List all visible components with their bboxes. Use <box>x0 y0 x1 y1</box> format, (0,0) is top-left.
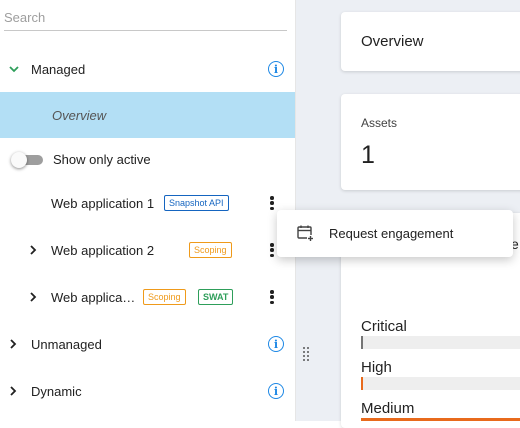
severity-label-high: High <box>361 359 392 376</box>
tree-item-web-application-1[interactable]: Web application 1 Snapshot API <box>0 180 295 226</box>
severity-bar-fill <box>361 336 363 349</box>
sidebar: Search Managed i Overview Show only acti… <box>0 0 296 421</box>
tree-item-web-application-3[interactable]: Web applica… Scoping SWAT <box>0 274 295 320</box>
search-input[interactable]: Search <box>4 7 287 31</box>
tree-item-label: Unmanaged <box>31 336 102 352</box>
context-menu: Request engagement <box>277 210 513 257</box>
tree-item-label: Web application 1 <box>51 195 155 211</box>
info-glyph: i <box>273 62 279 76</box>
show-only-active-label: Show only active <box>53 151 151 167</box>
overview-card: Overview <box>341 12 520 71</box>
status-badge: Scoping <box>143 289 186 305</box>
drag-handle-icon[interactable] <box>302 346 310 362</box>
calendar-add-icon <box>296 224 314 242</box>
severity-bar-fill <box>361 377 363 390</box>
tree-item-label: Managed <box>31 61 86 77</box>
menu-item-request-engagement[interactable]: Request engagement <box>277 210 513 257</box>
info-glyph: i <box>273 337 279 351</box>
tree-item-label: Web application 2 <box>51 242 155 258</box>
tree-item-label: Web applica… <box>51 289 136 305</box>
more-vert-icon[interactable] <box>270 196 274 210</box>
tree-item-web-application-2[interactable]: Web application 2 Scoping <box>0 227 295 273</box>
overview-title: Overview <box>361 33 424 50</box>
tree-item-label: Dynamic <box>31 383 82 399</box>
more-vert-icon[interactable] <box>270 290 274 304</box>
assets-card: Assets 1 <box>341 94 520 190</box>
status-badge: Scoping <box>189 242 232 258</box>
chevron-right-icon[interactable] <box>6 384 20 398</box>
severity-bar-high <box>361 377 520 390</box>
chevron-right-icon[interactable] <box>6 337 20 351</box>
status-badge: Snapshot API <box>164 195 229 211</box>
tree-item-managed[interactable]: Managed i <box>0 46 295 92</box>
severity-label-critical: Critical <box>361 318 407 335</box>
chevron-down-icon[interactable] <box>7 62 21 76</box>
tree-item-unmanaged[interactable]: Unmanaged i <box>0 321 295 367</box>
info-icon[interactable]: i <box>268 383 284 399</box>
more-vert-icon[interactable] <box>270 243 274 257</box>
toggle-thumb <box>11 152 27 168</box>
info-icon[interactable]: i <box>268 336 284 352</box>
menu-item-label: Request engagement <box>329 226 454 241</box>
tree-item-dynamic[interactable]: Dynamic i <box>0 368 295 414</box>
info-glyph: i <box>273 384 279 398</box>
tree-item-label: Overview <box>52 107 107 123</box>
assets-label: Assets <box>361 116 398 130</box>
show-only-active-toggle[interactable] <box>11 152 43 168</box>
info-icon[interactable]: i <box>268 61 284 77</box>
severity-label-medium: Medium <box>361 400 415 417</box>
tree-item-overview[interactable]: Overview <box>0 92 295 138</box>
severity-bar-critical <box>361 336 520 349</box>
status-badge: SWAT <box>198 289 234 305</box>
assets-value: 1 <box>361 141 375 169</box>
chevron-right-icon[interactable] <box>26 290 40 304</box>
chevron-right-icon[interactable] <box>26 243 40 257</box>
